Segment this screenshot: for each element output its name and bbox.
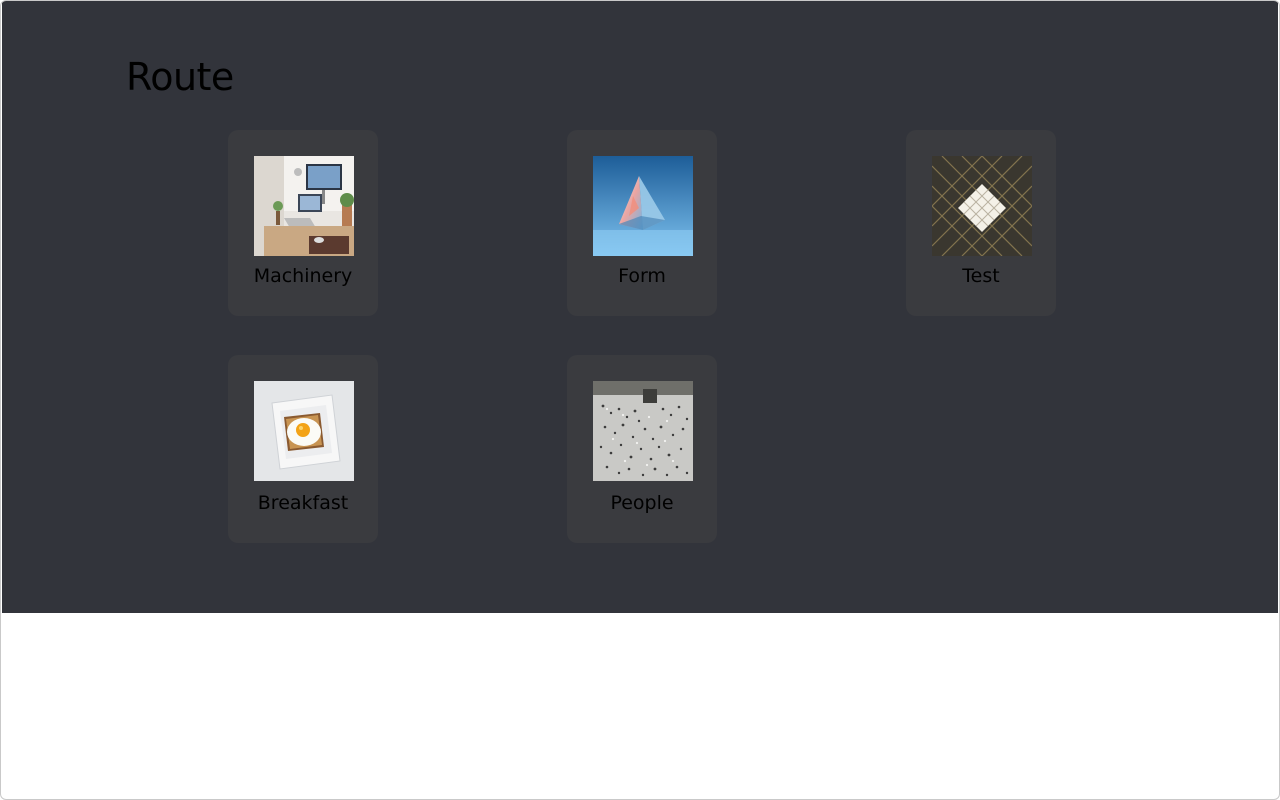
app-window: Route Machinery Form Test Breakfast Peop…	[0, 0, 1280, 800]
crowd-plaza-photo	[593, 381, 693, 481]
page-title: Route	[126, 55, 234, 99]
card-label-people: People	[610, 492, 674, 514]
desk-computer-photo	[254, 156, 354, 256]
light-grid-photo	[932, 156, 1032, 256]
glass-prism-photo	[593, 156, 693, 256]
card-machinery[interactable]: Machinery	[228, 130, 378, 316]
card-label-test: Test	[962, 265, 1000, 287]
card-form[interactable]: Form	[567, 130, 717, 316]
card-breakfast[interactable]: Breakfast	[228, 355, 378, 543]
card-label-breakfast: Breakfast	[257, 492, 349, 514]
card-label-machinery: Machinery	[253, 265, 353, 287]
card-people[interactable]: People	[567, 355, 717, 543]
card-test[interactable]: Test	[906, 130, 1056, 316]
fried-egg-toast-photo	[254, 381, 354, 481]
card-label-form: Form	[618, 265, 666, 287]
content-panel: Route Machinery Form Test Breakfast Peop…	[2, 1, 1278, 613]
